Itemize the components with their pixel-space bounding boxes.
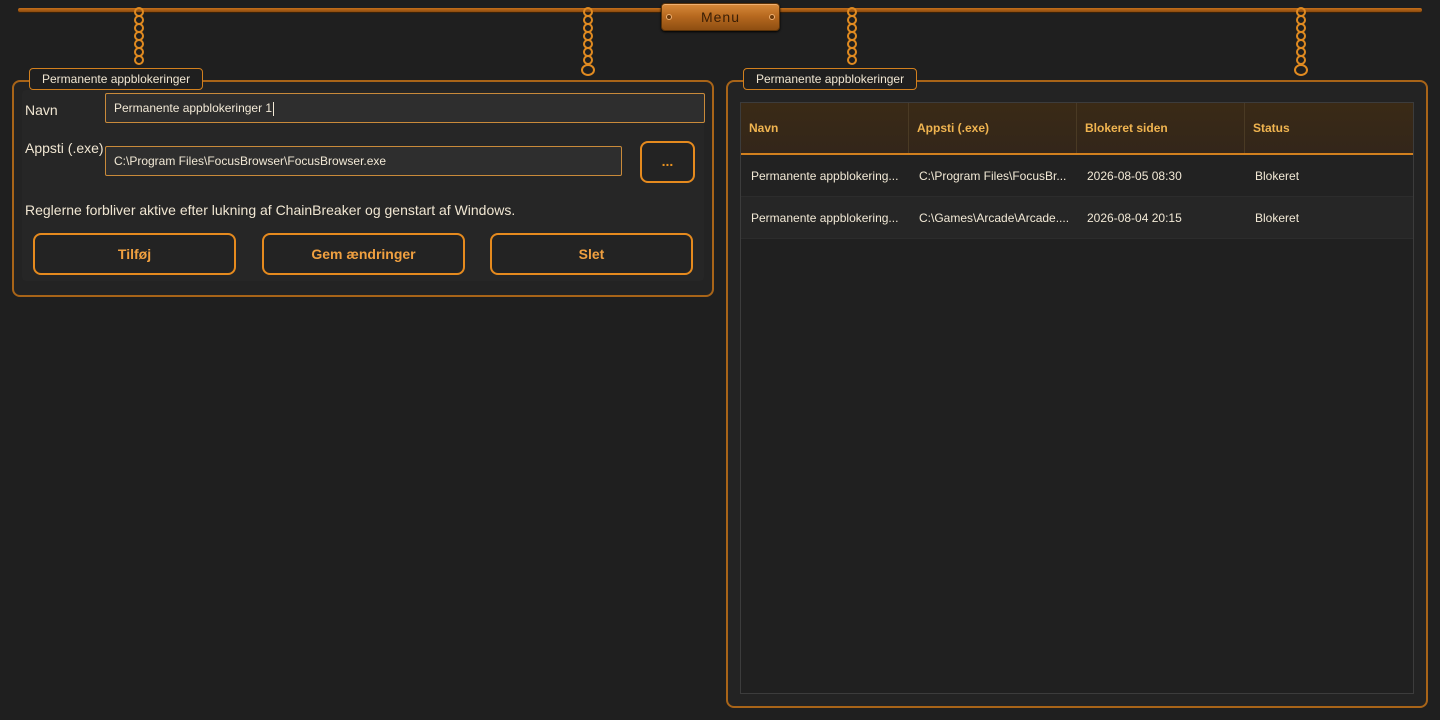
save-changes-button[interactable]: Gem ændringer <box>262 233 465 275</box>
path-value: C:\Program Files\FocusBrowser\FocusBrows… <box>114 154 387 168</box>
delete-button[interactable]: Slet <box>490 233 693 275</box>
table-header: Navn Appsti (.exe) Blokeret siden Status <box>741 103 1413 155</box>
name-label: Navn <box>25 102 58 118</box>
cell-since: 2026-08-05 08:30 <box>1087 169 1182 183</box>
path-input[interactable]: C:\Program Files\FocusBrowser\FocusBrows… <box>105 146 622 176</box>
column-header-since[interactable]: Blokeret siden <box>1077 103 1245 153</box>
table-row[interactable]: Permanente appblokering... C:\Program Fi… <box>741 155 1413 197</box>
cell-status: Blokeret <box>1255 169 1300 183</box>
chain-icon <box>1293 6 1309 80</box>
cell-path: C:\Program Files\FocusBr... <box>919 169 1067 183</box>
table-body: Permanente appblokering... C:\Program Fi… <box>741 155 1413 239</box>
cell-name: Permanente appblokering... <box>751 211 899 225</box>
cell-status: Blokeret <box>1255 211 1300 225</box>
add-button[interactable]: Tilføj <box>33 233 236 275</box>
cell-name: Permanente appblokering... <box>751 169 899 183</box>
column-header-path[interactable]: Appsti (.exe) <box>909 103 1077 153</box>
column-header-name[interactable]: Navn <box>741 103 909 153</box>
table-row[interactable]: Permanente appblokering... C:\Games\Arca… <box>741 197 1413 239</box>
rivet-icon <box>769 14 775 20</box>
block-table: Navn Appsti (.exe) Blokeret siden Status… <box>740 102 1414 694</box>
browse-button[interactable]: ... <box>640 141 695 183</box>
cell-since: 2026-08-04 20:15 <box>1087 211 1182 225</box>
form-panel-title: Permanente appblokeringer <box>29 68 204 90</box>
text-caret <box>273 101 275 116</box>
path-label: Appsti (.exe) <box>25 140 104 156</box>
menu-button[interactable]: Menu <box>661 3 780 31</box>
menu-label: Menu <box>700 9 741 25</box>
list-panel: Permanente appblokeringer Navn Appsti (.… <box>726 68 1428 708</box>
name-value: Permanente appblokeringer 1 <box>114 101 273 115</box>
form-panel: Permanente appblokeringer Navn Permanent… <box>12 68 714 297</box>
cell-path: C:\Games\Arcade\Arcade.... <box>919 211 1070 225</box>
name-input[interactable]: Permanente appblokeringer 1 <box>105 93 705 123</box>
list-panel-title: Permanente appblokeringer <box>743 68 918 90</box>
persistence-note: Reglerne forbliver aktive efter lukning … <box>25 202 516 218</box>
column-header-status[interactable]: Status <box>1245 103 1413 153</box>
chain-icon <box>580 6 596 80</box>
